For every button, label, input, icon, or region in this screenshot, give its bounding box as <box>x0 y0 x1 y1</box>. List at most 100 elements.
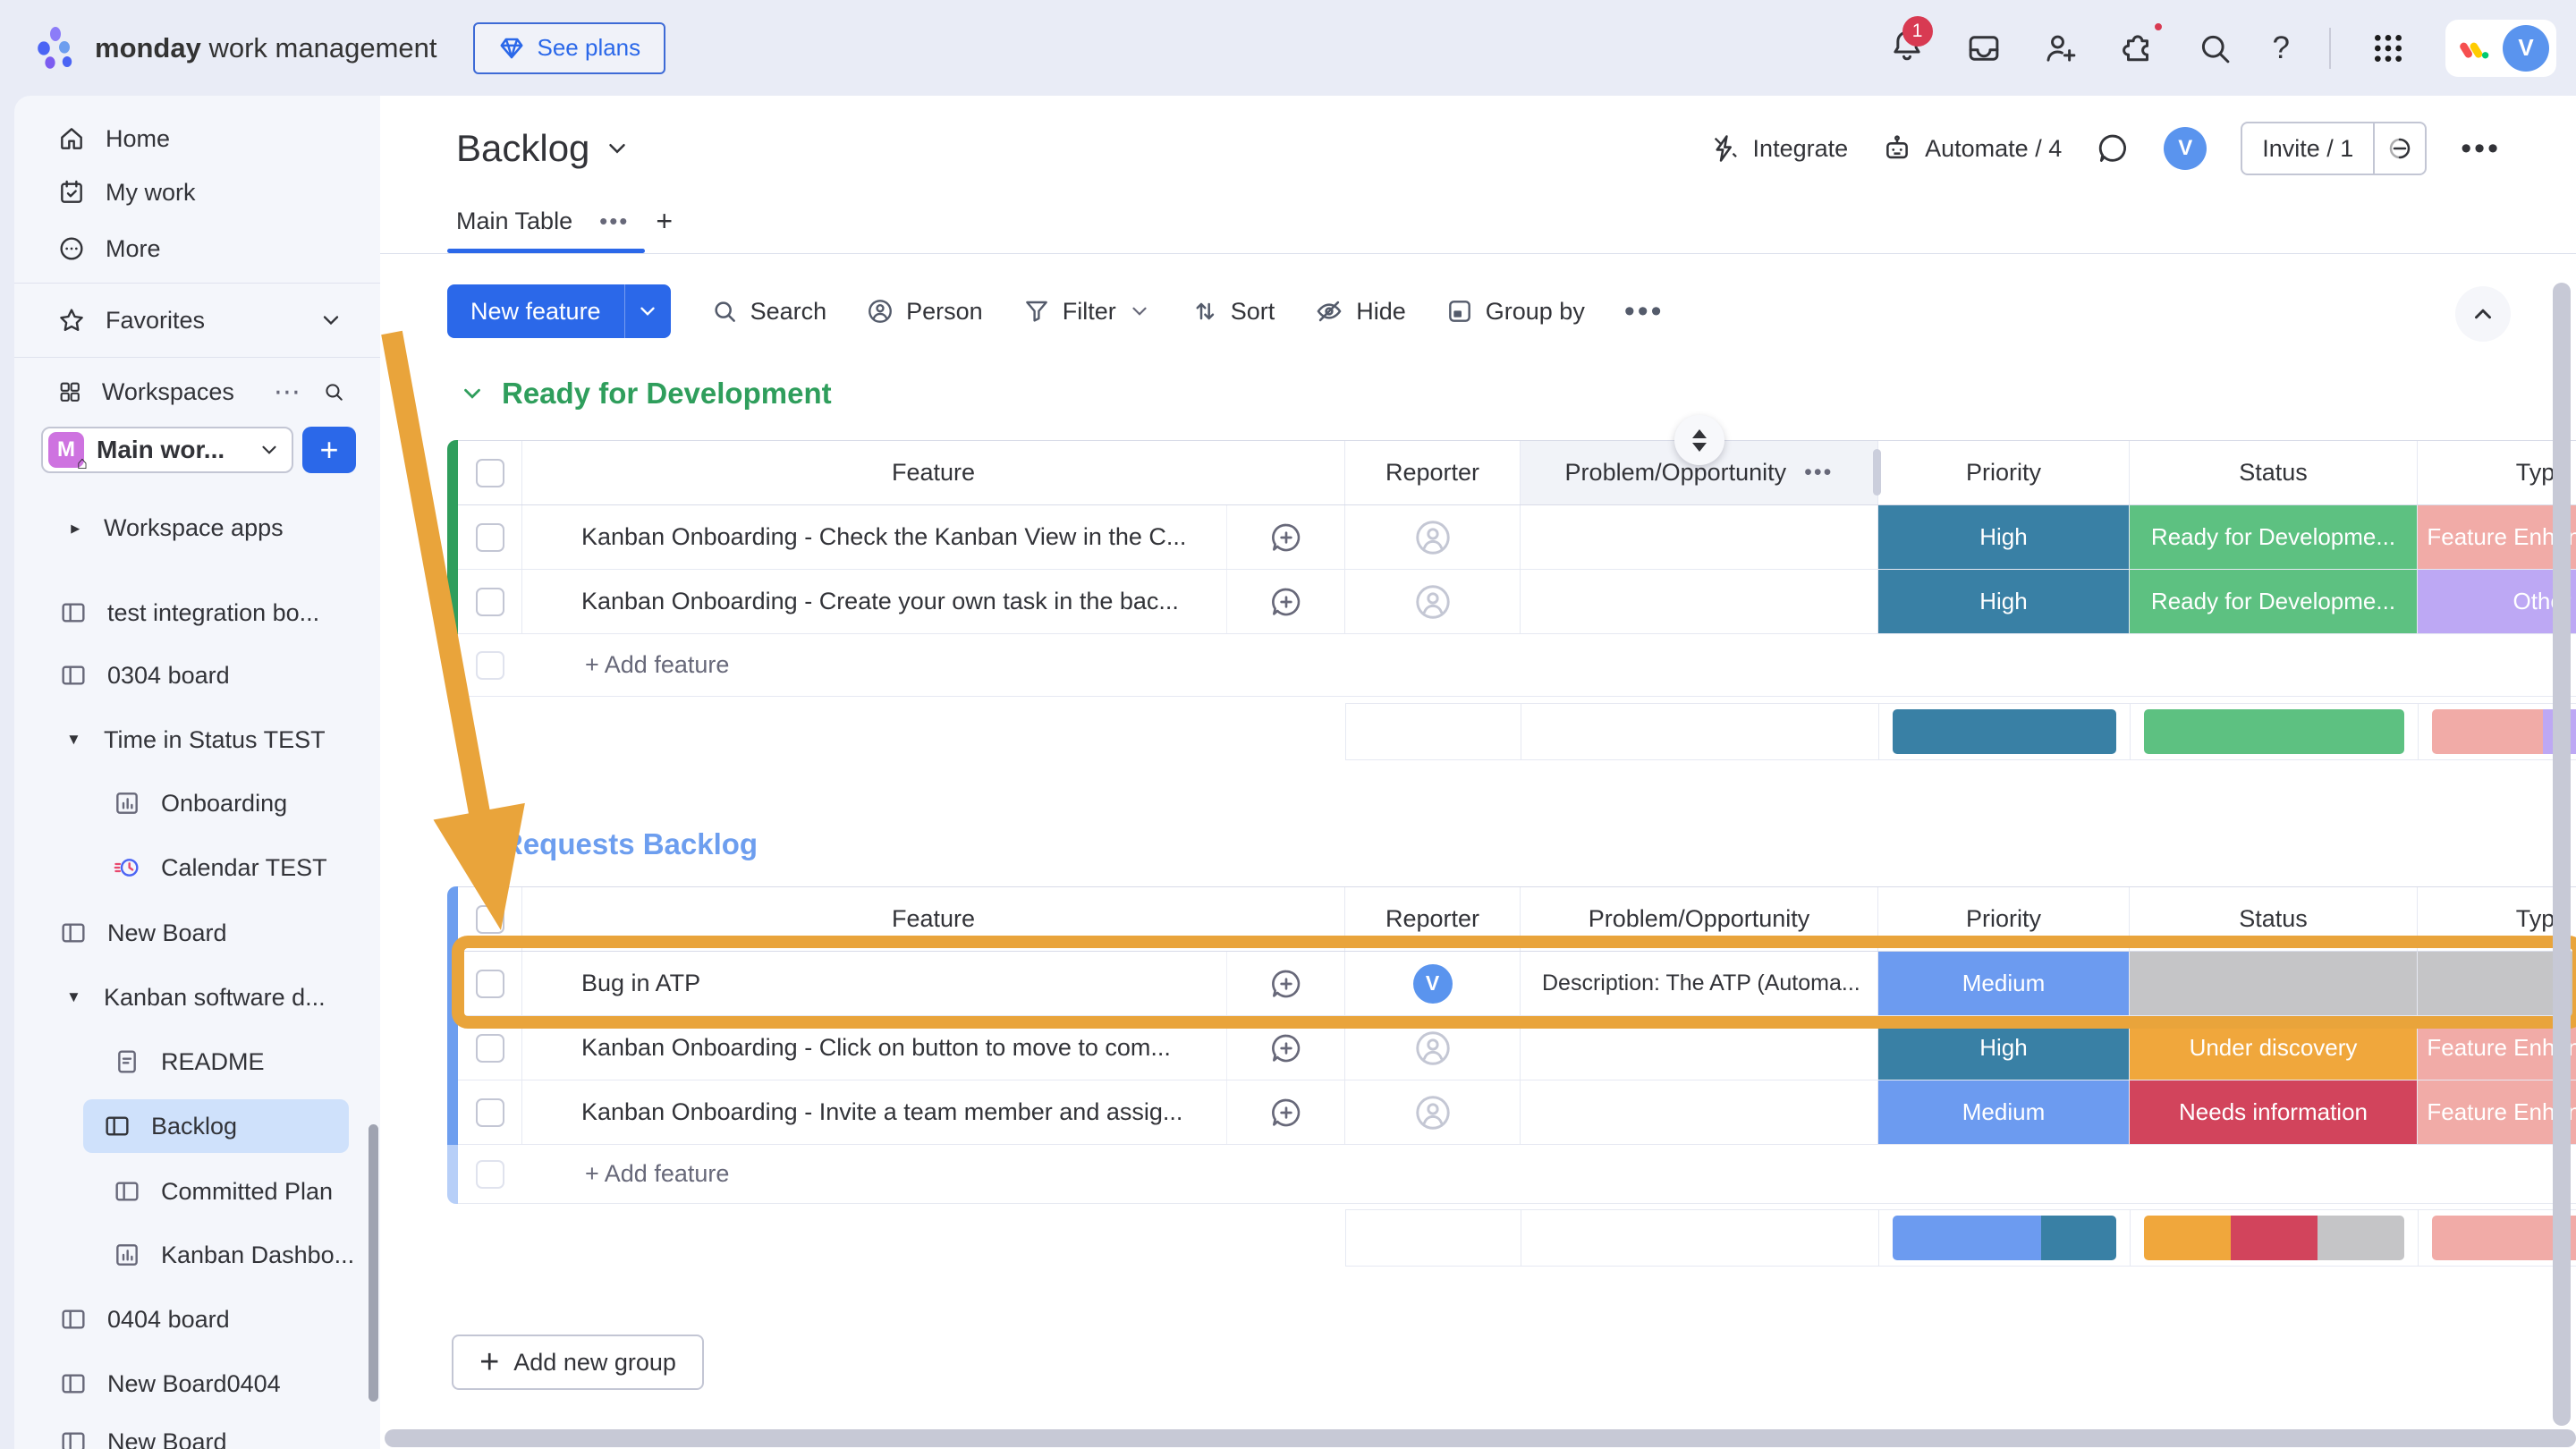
summary-segment-high[interactable] <box>1893 709 2116 754</box>
status-cell[interactable]: Needs information <box>2130 1080 2418 1144</box>
table-row[interactable]: Kanban Onboarding - Create your own task… <box>458 570 2576 634</box>
status-chip[interactable]: Ready for Developme... <box>2130 570 2417 633</box>
user-pill[interactable]: V <box>2445 20 2556 77</box>
chevron-down-icon[interactable] <box>459 831 486 858</box>
checkbox[interactable] <box>476 1034 504 1063</box>
sidebar-board-0304[interactable]: 0304 board <box>27 648 369 702</box>
toolbar-more-icon[interactable]: ••• <box>1624 294 1665 329</box>
sidebar-board-committed-plan[interactable]: Committed Plan <box>27 1165 369 1218</box>
see-plans-button[interactable]: See plans <box>473 22 666 74</box>
board-menu-icon[interactable]: ••• <box>2461 131 2501 166</box>
expand-triangle-icon[interactable]: ▼ <box>66 519 84 537</box>
new-feature-chevron[interactable] <box>624 284 671 338</box>
checkbox[interactable] <box>476 905 504 934</box>
add-feature-row[interactable]: + Add feature <box>458 1145 2576 1204</box>
priority-chip[interactable]: High <box>1878 570 2129 633</box>
checkbox[interactable] <box>476 588 504 616</box>
priority-cell[interactable]: Medium <box>1878 1080 2130 1144</box>
priority-cell[interactable]: High <box>1878 570 2130 633</box>
reporter-cell[interactable] <box>1345 1080 1521 1144</box>
add-conversation-button[interactable] <box>1226 570 1344 633</box>
column-header-problem[interactable]: Problem/Opportunity <box>1521 887 1878 951</box>
feature-name[interactable]: Kanban Onboarding - Click on button to m… <box>522 1016 1226 1080</box>
status-cell[interactable]: Under discovery <box>2130 1016 2418 1080</box>
sidebar-item-more[interactable]: More <box>27 222 369 275</box>
board-title[interactable]: Backlog <box>456 127 589 170</box>
feature-name[interactable]: Kanban Onboarding - Invite a team member… <box>522 1080 1226 1144</box>
problem-cell[interactable] <box>1521 505 1878 569</box>
column-header-priority[interactable]: Priority <box>1878 441 2130 504</box>
checkbox[interactable] <box>476 523 504 552</box>
add-conversation-button[interactable] <box>1226 1080 1344 1144</box>
column-resize-handle[interactable] <box>1873 449 1881 496</box>
group-header-ready-for-development[interactable]: Ready for Development <box>459 371 832 416</box>
notifications-button[interactable]: 1 <box>1888 27 1926 69</box>
sidebar-board-new-board[interactable]: New Board <box>27 906 369 960</box>
priority-cell[interactable]: Medium <box>1878 952 2130 1015</box>
group-title[interactable]: Requests Backlog <box>502 827 758 861</box>
add-feature-label[interactable]: + Add feature <box>522 651 729 679</box>
invite-button-group[interactable]: Invite / 1 <box>2241 122 2427 175</box>
add-feature-row[interactable]: + Add feature <box>458 634 2576 697</box>
automate-button[interactable]: Automate / 4 <box>1882 133 2062 164</box>
feature-name[interactable]: Kanban Onboarding - Check the Kanban Vie… <box>522 505 1226 569</box>
invite-button[interactable]: Invite / 1 <box>2242 123 2373 174</box>
status-cell[interactable]: Ready for Developme... <box>2130 570 2418 633</box>
group-by-button[interactable]: Group by <box>1445 297 1585 326</box>
column-header-priority[interactable]: Priority <box>1878 887 2130 951</box>
summary-segment-medium[interactable] <box>1893 1216 2041 1260</box>
column-menu-icon[interactable]: ••• <box>1804 460 1833 486</box>
tab-main-table[interactable]: Main Table <box>456 208 572 235</box>
add-view-icon[interactable]: + <box>656 205 673 238</box>
priority-chip[interactable]: High <box>1878 1016 2129 1080</box>
user-avatar[interactable]: V <box>2503 25 2549 72</box>
sidebar-folder-kanban-software[interactable]: ▼ Kanban software d... <box>27 970 369 1024</box>
sidebar-doc-readme[interactable]: README <box>27 1035 369 1089</box>
problem-cell[interactable] <box>1521 1080 1878 1144</box>
board-title-row[interactable]: Backlog <box>456 123 631 174</box>
tab-menu-icon[interactable]: ••• <box>599 208 629 235</box>
checkbox[interactable] <box>476 970 504 998</box>
board-member-avatar[interactable]: V <box>2164 127 2207 170</box>
new-feature-label[interactable]: New feature <box>447 284 624 338</box>
sidebar-board-onboarding[interactable]: Onboarding <box>27 776 369 830</box>
inbox-icon[interactable] <box>1965 30 2003 67</box>
reporter-cell[interactable]: V <box>1345 952 1521 1015</box>
feature-cell[interactable]: Kanban Onboarding - Check the Kanban Vie… <box>522 505 1345 569</box>
sidebar-item-my-work[interactable]: My work <box>27 165 369 219</box>
reporter-avatar[interactable]: V <box>1413 964 1453 1004</box>
collapse-header-button[interactable] <box>2455 286 2511 342</box>
sort-button[interactable]: Sort <box>1191 297 1275 326</box>
reporter-cell[interactable] <box>1345 505 1521 569</box>
chevron-down-icon[interactable] <box>459 380 486 407</box>
person-filter-button[interactable]: Person <box>866 297 983 326</box>
apps-marketplace-button[interactable] <box>2119 27 2157 69</box>
feature-cell[interactable]: Kanban Onboarding - Create your own task… <box>522 570 1345 633</box>
status-chip[interactable]: Needs information <box>2130 1080 2417 1144</box>
column-header-status[interactable]: Status <box>2130 441 2418 504</box>
status-cell[interactable] <box>2130 952 2418 1015</box>
table-row[interactable]: Kanban Onboarding - Click on button to m… <box>458 1016 2576 1080</box>
problem-cell[interactable] <box>1521 1016 1878 1080</box>
sidebar-board-new-board0404[interactable]: New Board0404 <box>27 1357 369 1411</box>
priority-cell[interactable]: High <box>1878 505 2130 569</box>
sidebar-board-kanban-dashboard[interactable]: Kanban Dashbo... <box>27 1228 369 1282</box>
feature-name[interactable]: Kanban Onboarding - Create your own task… <box>522 570 1226 633</box>
workspace-selector[interactable]: M⌂ Main wor... <box>41 427 293 473</box>
table-row-bug-in-atp[interactable]: Bug in ATP V Description: The ATP (Autom… <box>458 952 2576 1016</box>
status-chip[interactable]: Under discovery <box>2130 1016 2417 1080</box>
add-conversation-button[interactable] <box>1226 952 1344 1015</box>
sidebar-scrollbar[interactable] <box>369 1124 378 1402</box>
sidebar-item-home[interactable]: Home <box>27 112 369 165</box>
sidebar-board-test-integration[interactable]: test integration bo... <box>27 586 369 640</box>
sidebar-board-calendar-test[interactable]: Calendar TEST <box>27 841 369 894</box>
summary-segment-needs-info[interactable] <box>2231 1216 2318 1260</box>
group-header-requests-backlog[interactable]: Requests Backlog <box>459 822 758 867</box>
workspaces-search-icon[interactable] <box>322 378 345 405</box>
problem-cell[interactable]: Description: The ATP (Automa... <box>1521 952 1878 1015</box>
add-workspace-button[interactable]: + <box>302 427 356 473</box>
expanded-triangle-icon[interactable]: ▼ <box>66 731 84 749</box>
feature-name[interactable]: Bug in ATP <box>522 952 1226 1015</box>
select-all-cell[interactable] <box>458 441 522 504</box>
reporter-cell[interactable] <box>1345 570 1521 633</box>
